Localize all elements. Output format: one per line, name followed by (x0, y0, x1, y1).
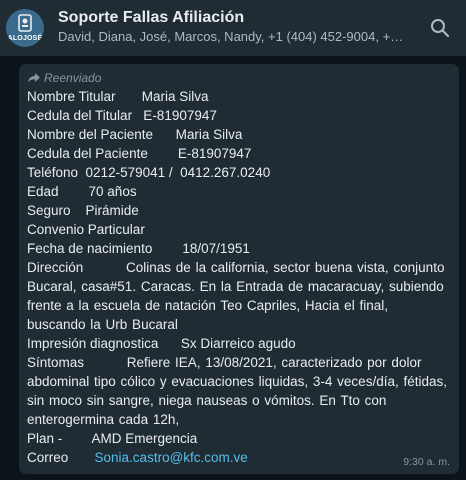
avatar-emblem-icon (18, 14, 32, 32)
message-text: Nombre Titular Maria Silva Cedula del Ti… (27, 87, 451, 467)
forward-arrow-icon (28, 73, 40, 83)
email-line: Correo Sonia.castro@kfc.com.ve (27, 448, 451, 467)
search-button[interactable] (420, 8, 460, 48)
plan-line: Plan - AMD Emergencia (27, 431, 198, 446)
forwarded-text: Reenviado (44, 71, 102, 85)
email-label: Correo (27, 450, 95, 465)
message-line: Nombre Titular Maria Silva (27, 89, 209, 104)
message-bubble[interactable]: Reenviado Nombre Titular Maria Silva Ced… (19, 64, 459, 474)
email-link[interactable]: Sonia.castro@kfc.com.ve (95, 450, 248, 465)
chat-info[interactable]: Soporte Fallas Afiliación David, Diana, … (58, 9, 420, 46)
group-avatar[interactable]: ALOJOSÉ (6, 9, 44, 47)
chat-title: Soporte Fallas Afiliación (58, 9, 245, 26)
chat-area[interactable]: Reenviado Nombre Titular Maria Silva Ced… (0, 56, 466, 480)
message-line: Seguro Pirámide (27, 203, 139, 218)
chat-header[interactable]: ALOJOSÉ Soporte Fallas Afiliación David,… (0, 0, 466, 56)
search-icon (431, 19, 450, 38)
message-line: Edad 70 años (27, 184, 137, 199)
message-line: Fecha de nacimiento 18/07/1951 (27, 241, 250, 256)
message-line: Teléfono 0212-579041 / 0412.267.0240 (27, 165, 271, 180)
symptoms-paragraph: Síntomas Refiere IEA, 13/08/2021, caract… (27, 355, 452, 427)
message-line: Convenio Particular (27, 222, 145, 237)
address-paragraph: Dirección Colinas de la california, sect… (27, 260, 450, 332)
forwarded-label: Reenviado (28, 70, 451, 86)
message-timestamp: 9:30 a. m. (403, 456, 450, 468)
message-line: Nombre del Paciente Maria Silva (27, 127, 243, 142)
chat-participants: David, Diana, José, Marcos, Nandy, +1 (4… (58, 29, 408, 44)
message-line: Cedula del Paciente E-81907947 (27, 146, 252, 161)
message-line: Cedula del Titular E-81907947 (27, 108, 217, 123)
diagnosis-line: Impresión diagnostica Sx Diarreico agudo (27, 336, 296, 351)
avatar-text: ALOJOSÉ (7, 35, 43, 42)
